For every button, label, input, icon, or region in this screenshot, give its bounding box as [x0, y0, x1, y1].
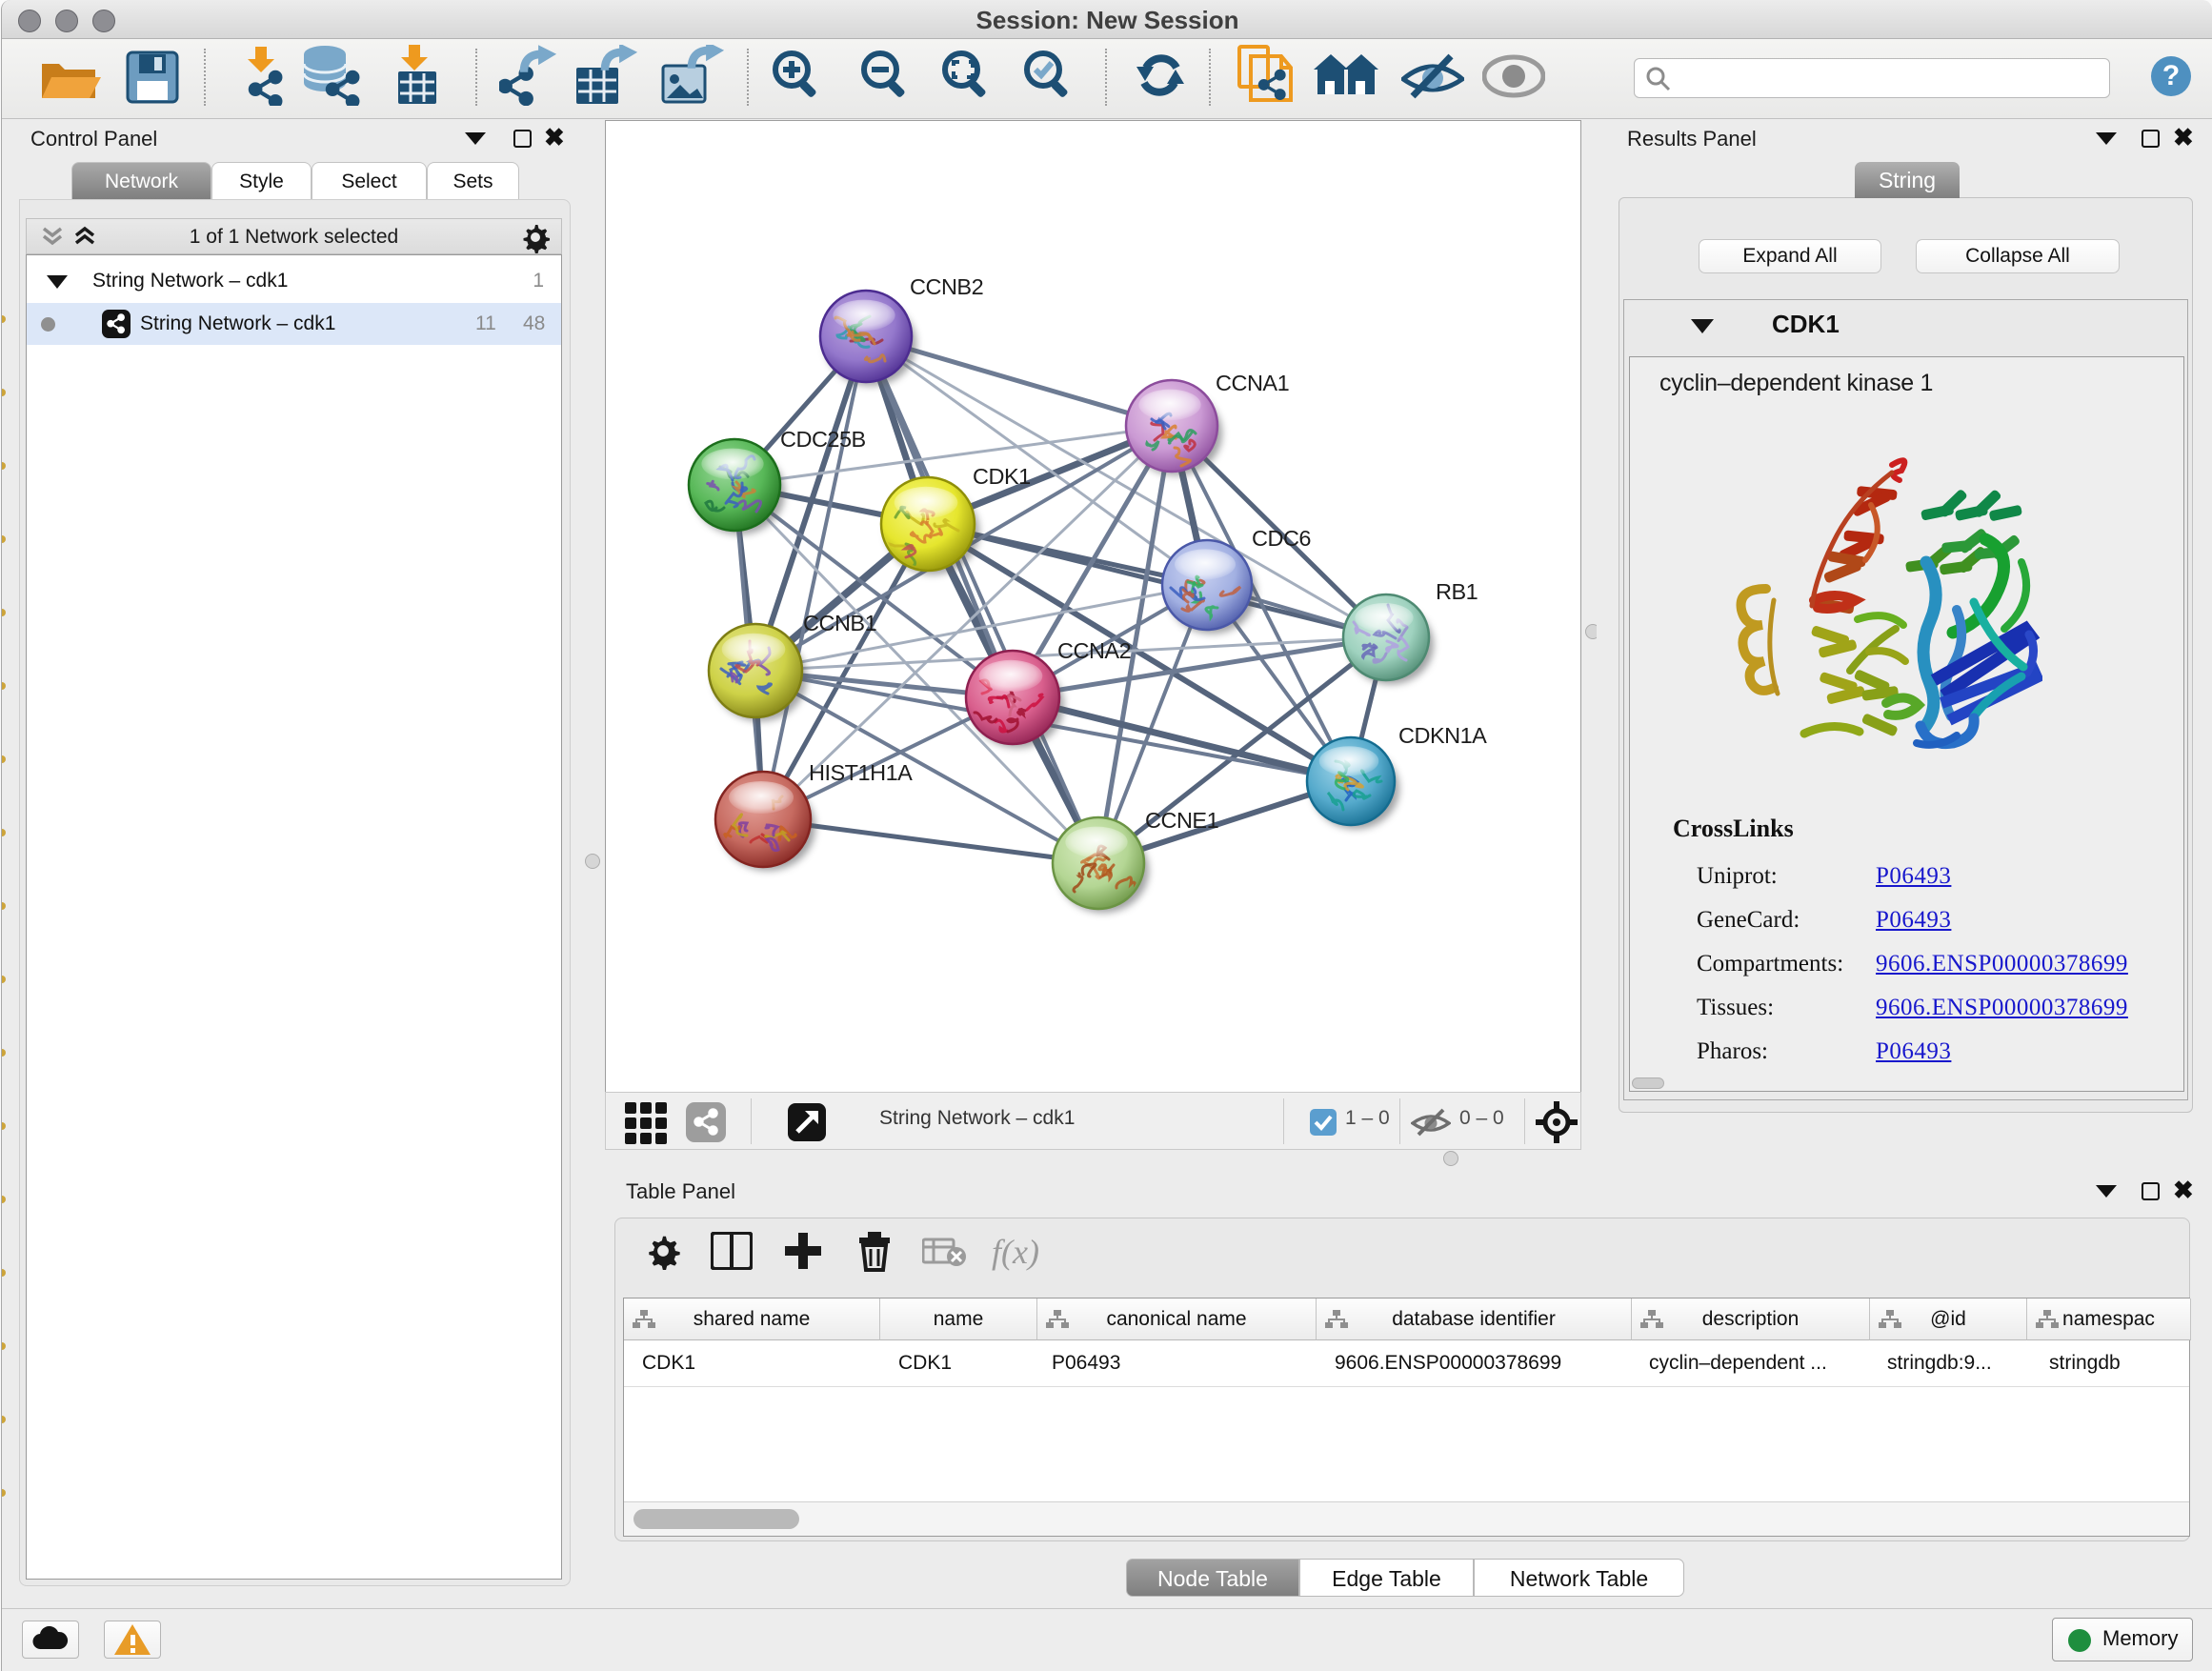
svg-text:CCNB1: CCNB1 — [803, 611, 876, 635]
svg-text:HIST1H1A: HIST1H1A — [809, 760, 913, 785]
svg-text:CCNE1: CCNE1 — [1145, 808, 1218, 833]
svg-text:CDKN1A: CDKN1A — [1398, 723, 1487, 748]
svg-text:CCNA1: CCNA1 — [1216, 371, 1289, 395]
svg-text:CDC6: CDC6 — [1252, 526, 1311, 551]
svg-text:CCNB2: CCNB2 — [910, 274, 983, 299]
svg-text:CDK1: CDK1 — [973, 464, 1031, 489]
svg-text:RB1: RB1 — [1436, 579, 1478, 604]
svg-text:CCNA2: CCNA2 — [1057, 638, 1131, 663]
svg-text:CDC25B: CDC25B — [780, 427, 866, 452]
